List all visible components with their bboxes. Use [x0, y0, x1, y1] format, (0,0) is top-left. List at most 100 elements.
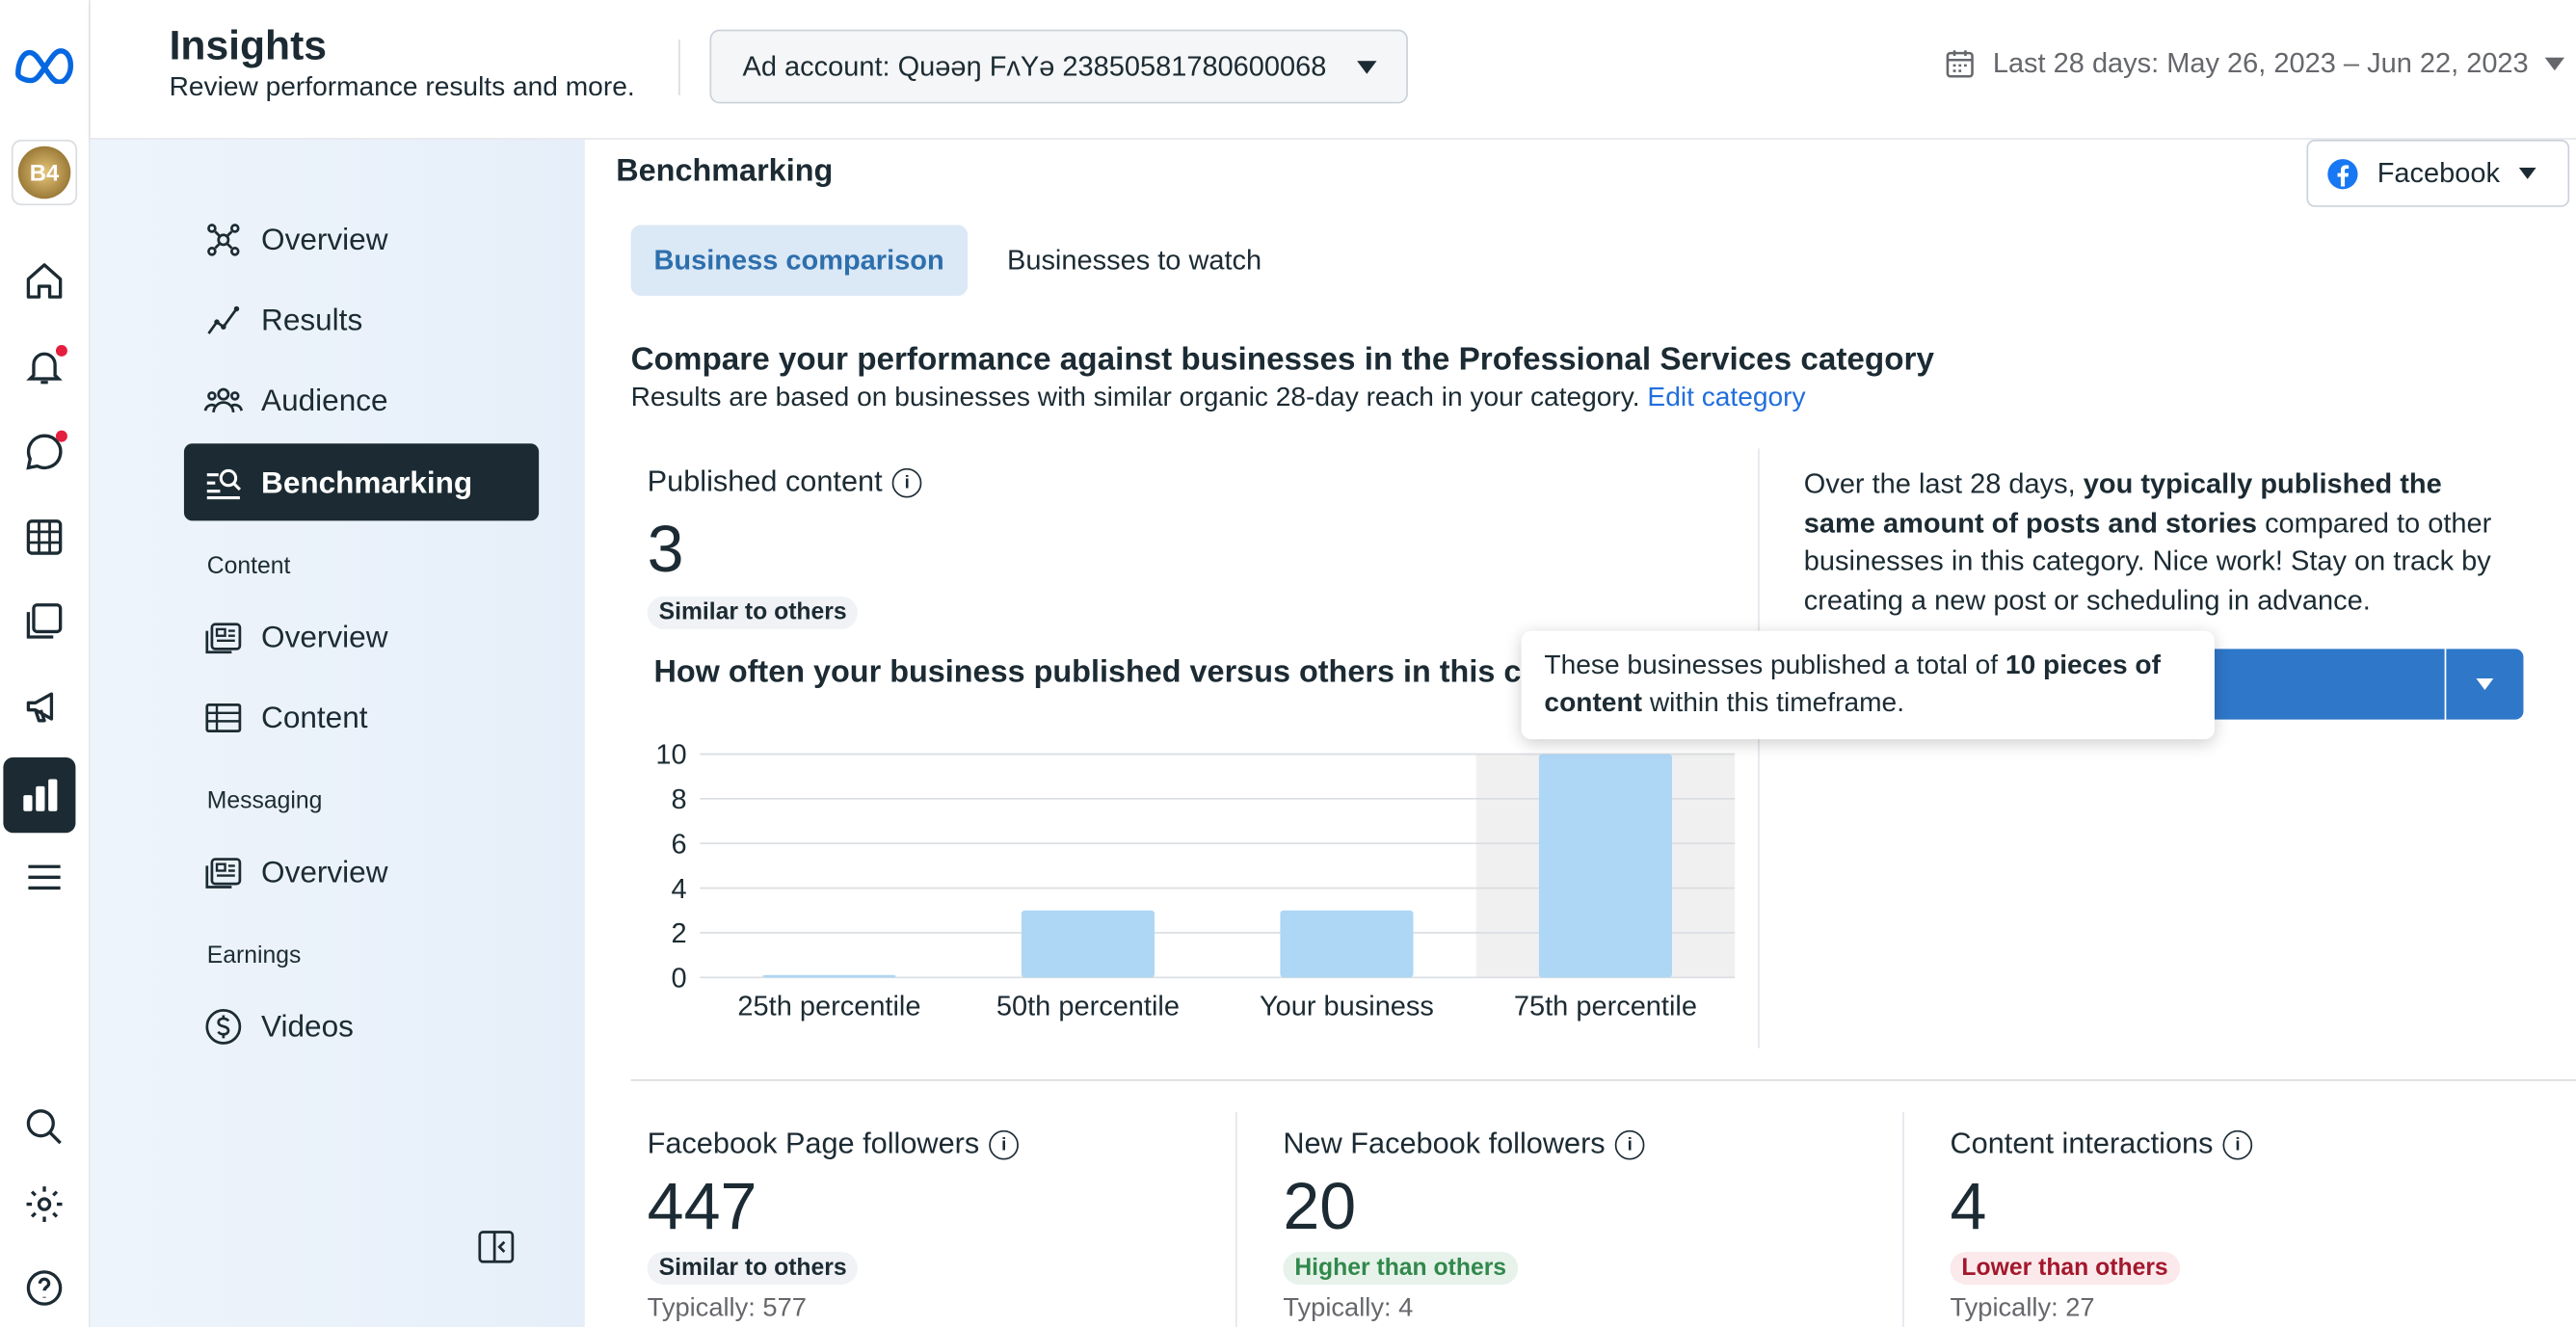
metric-typical: Typically: 4: [1283, 1294, 1414, 1323]
nav-item-label: Results: [261, 301, 363, 336]
nav-item-label: Audience: [261, 382, 388, 417]
notification-dot: [55, 344, 67, 357]
tooltip-prefix: These businesses published a total of: [1544, 650, 2005, 680]
comparison-heading: Compare your performance against busines…: [630, 341, 1934, 379]
section-divider: [630, 1079, 2576, 1081]
nav-item-messaging-overview[interactable]: Overview: [184, 833, 539, 910]
x-tick-label: 25th percentile: [737, 992, 920, 1022]
x-tick-label: 50th percentile: [996, 992, 1180, 1022]
table-icon: [205, 703, 242, 732]
info-icon[interactable]: i: [989, 1128, 1020, 1159]
status-badge: Similar to others: [647, 1251, 859, 1286]
bar: [1021, 910, 1155, 978]
metric-value: 4: [1950, 1171, 1987, 1244]
nav-item-overview[interactable]: Overview: [184, 200, 539, 278]
published-content-text: Published content: [647, 464, 883, 498]
nav-item-label: Overview: [261, 618, 388, 653]
metric-label: Content interactions i: [1951, 1127, 2253, 1161]
meta-logo-icon[interactable]: [12, 31, 77, 96]
platform-label: Facebook: [2377, 156, 2501, 189]
chart-heading: How often your business published versus…: [653, 655, 1542, 690]
insights-subnav: Overview Results Audience Benchmarking C…: [90, 139, 585, 1327]
notification-dot: [55, 430, 67, 442]
nav-item-benchmarking[interactable]: Benchmarking: [183, 443, 540, 521]
status-badge: Similar to others: [647, 596, 859, 629]
trend-icon: [207, 305, 240, 333]
caret-down-icon: [2476, 678, 2494, 690]
ad-account-label: Ad account: Quəəŋ FʌYə 23850581780600068: [742, 49, 1327, 82]
bar: [1538, 754, 1672, 978]
network-icon: [207, 223, 240, 255]
nav-item-results[interactable]: Results: [184, 281, 539, 358]
info-icon[interactable]: i: [1614, 1128, 1645, 1159]
insights-icon[interactable]: [3, 756, 76, 834]
comparison-subtext: Results are based on businesses with sim…: [631, 383, 1806, 413]
chat-icon[interactable]: [12, 419, 77, 485]
tab-business-comparison[interactable]: Business comparison: [630, 225, 968, 296]
facebook-icon: [2327, 158, 2358, 189]
nav-item-label: Overview: [261, 853, 388, 889]
metric-divider: [1902, 1112, 1904, 1327]
metric-card-page-followers: Facebook Page followers i 447 Similar to …: [647, 1127, 1020, 1324]
metric-card-new-followers: New Facebook followers i 20 Higher than o…: [1283, 1127, 1645, 1324]
table-icon[interactable]: [12, 504, 77, 570]
megaphone-icon[interactable]: [12, 674, 77, 739]
search-icon[interactable]: [12, 1094, 77, 1159]
date-range-label: Last 28 days: May 26, 2023 – Jun 22, 202…: [1992, 47, 2529, 79]
nav-item-content[interactable]: Content: [184, 678, 539, 756]
metric-label: New Facebook followers i: [1283, 1127, 1645, 1161]
metric-divider: [1235, 1112, 1237, 1327]
top-header: Insights Review performance results and …: [90, 0, 2576, 140]
insight-prefix: Over the last 28 days,: [1803, 467, 2084, 500]
metric-card-content-interactions: Content interactions i 4 Lower than other…: [1950, 1127, 2253, 1324]
calendar-icon: [1946, 50, 1974, 78]
home-icon[interactable]: [12, 248, 77, 313]
header-divider: [678, 39, 680, 95]
info-icon[interactable]: i: [2222, 1128, 2253, 1159]
menu-icon[interactable]: [12, 844, 77, 910]
nav-item-audience[interactable]: Audience: [184, 361, 539, 438]
help-icon[interactable]: [12, 1255, 77, 1320]
section-title: Benchmarking: [616, 154, 834, 190]
nav-item-content-overview[interactable]: Overview: [184, 598, 539, 676]
card-divider: [1758, 448, 1760, 1048]
comparison-subtext-body: Results are based on businesses with sim…: [630, 383, 1640, 412]
create-options-dropdown[interactable]: [2446, 649, 2524, 720]
date-range-picker[interactable]: Last 28 days: May 26, 2023 – Jun 22, 202…: [1944, 47, 2565, 80]
caret-down-icon: [2544, 57, 2565, 71]
info-icon[interactable]: i: [891, 466, 922, 497]
bar: [762, 974, 896, 978]
content-overview-icon: [205, 622, 242, 653]
page-subtitle: Review performance results and more.: [169, 72, 635, 102]
bar: [1280, 910, 1414, 978]
y-tick-label: 10: [655, 740, 686, 771]
metric-typical: Typically: 577: [647, 1294, 807, 1323]
nav-item-label: Content: [261, 699, 368, 734]
gear-icon[interactable]: [12, 1171, 77, 1236]
metric-label: Facebook Page followers i: [647, 1127, 1020, 1161]
metric-typical: Typically: 27: [1950, 1294, 2095, 1323]
nav-section-content: Content: [206, 553, 291, 580]
status-badge: Lower than others: [1950, 1251, 2180, 1286]
bell-icon[interactable]: [12, 333, 77, 399]
x-tick-label: Your business: [1260, 992, 1434, 1022]
edit-category-link[interactable]: Edit category: [1647, 383, 1805, 412]
caret-down-icon: [1357, 61, 1377, 74]
y-tick-label: 2: [671, 918, 686, 949]
nav-item-videos[interactable]: Videos: [184, 988, 539, 1065]
metric-label-text: Facebook Page followers: [647, 1127, 980, 1160]
chart-tooltip: These businesses published a total of 10…: [1521, 630, 2215, 740]
insight-text: Over the last 28 days, you typically pub…: [1804, 464, 2519, 619]
tab-businesses-to-watch[interactable]: Businesses to watch: [984, 226, 1285, 296]
nav-section-messaging: Messaging: [206, 788, 323, 815]
content-overview-icon: [205, 857, 242, 889]
ad-account-dropdown[interactable]: Ad account: Quəəŋ FʌYə 23850581780600068: [709, 29, 1408, 104]
nav-item-label: Benchmarking: [261, 464, 473, 499]
icon-rail: B4: [0, 0, 91, 1327]
published-content-chart: 0 2 4 6 8 10 25th percentile 50th percentile You…: [655, 740, 1736, 1022]
pages-icon[interactable]: [12, 588, 77, 653]
metric-value: 447: [647, 1171, 757, 1244]
platform-dropdown[interactable]: Facebook: [2306, 139, 2570, 207]
avatar[interactable]: B4: [11, 139, 78, 206]
collapse-sidebar-icon[interactable]: [476, 1227, 516, 1274]
